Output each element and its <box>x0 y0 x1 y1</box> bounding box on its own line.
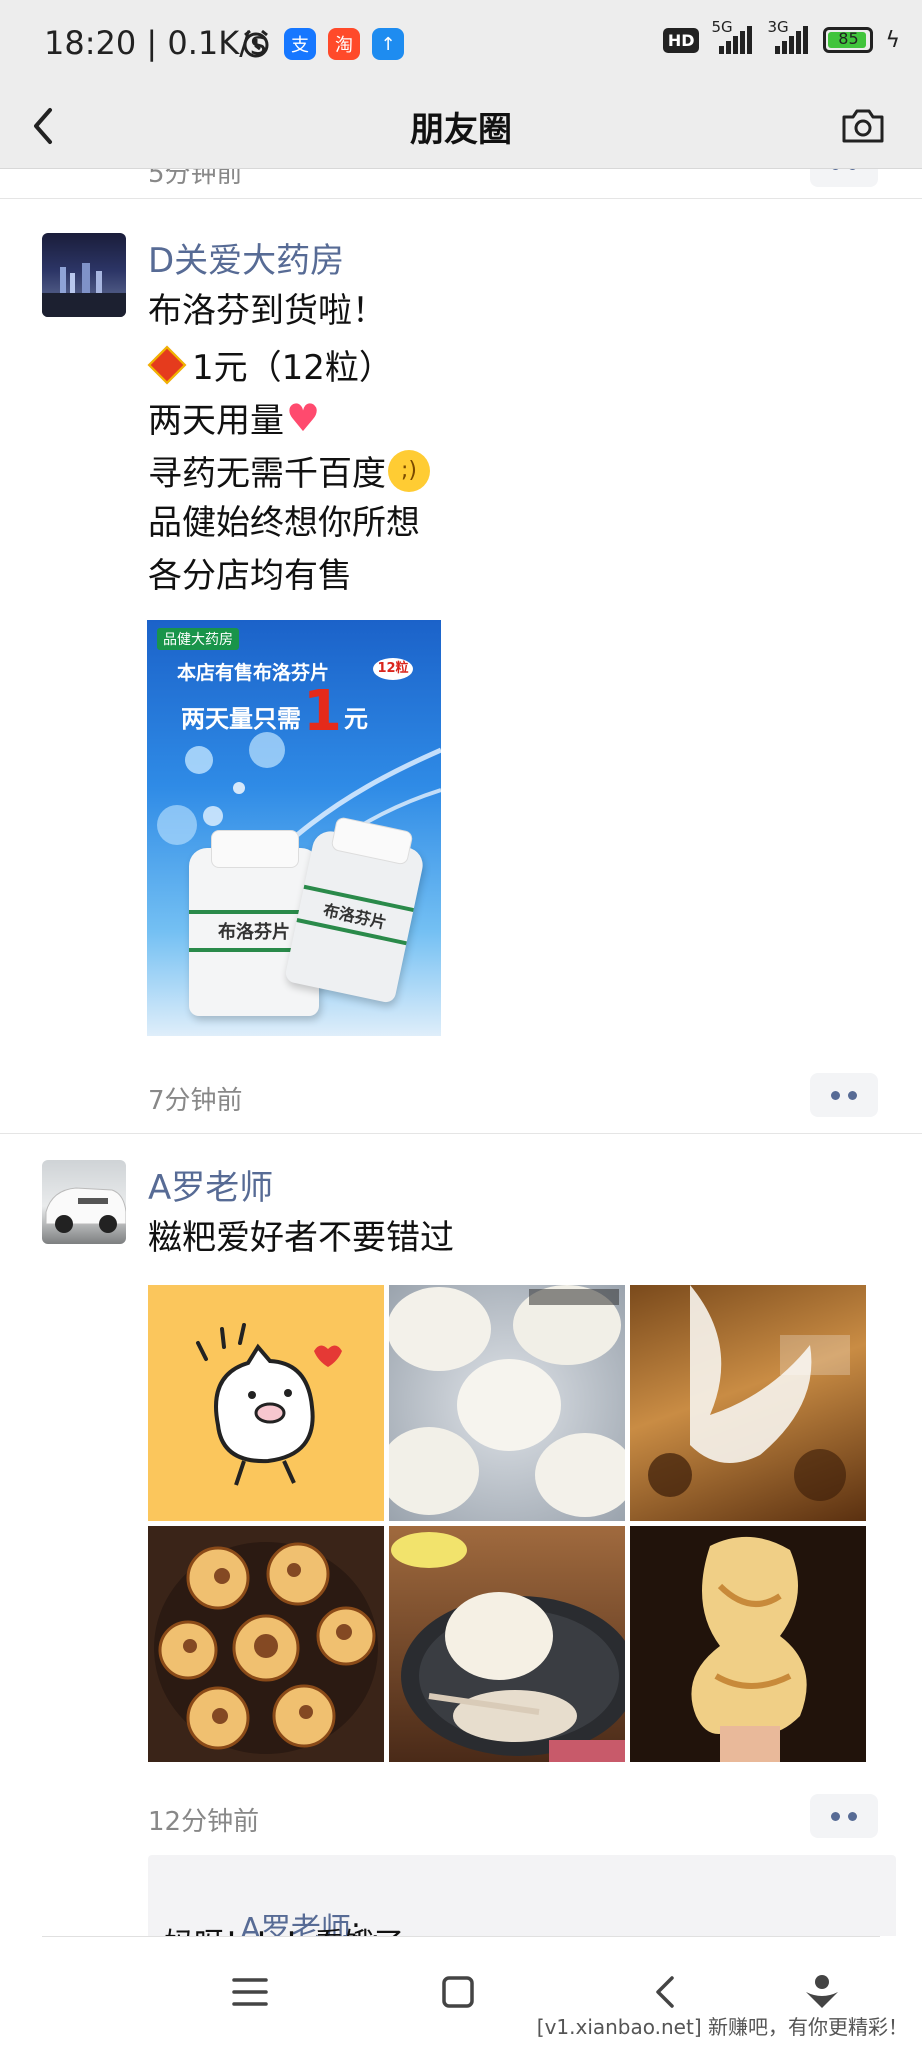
taobao-app-icon: 淘 <box>328 28 360 60</box>
post-line-row: 寻药无需千百度 ;) <box>148 444 430 497</box>
alipay-app-icon: 支 <box>284 28 316 60</box>
assistant-button[interactable] <box>800 1970 844 2014</box>
moments-feed[interactable]: 5分钟前 D关爱大药房 布洛芬到货啦！ 1元（12粒） 两天用量 ♥ 寻药无需千… <box>0 169 922 1936</box>
post-image[interactable] <box>148 1526 384 1762</box>
assistant-icon <box>806 1975 838 2008</box>
alarm-icon <box>240 28 272 60</box>
avatar[interactable] <box>42 1160 126 1244</box>
home-square-icon <box>442 1976 474 2008</box>
post-line: 各分店均有售 <box>148 556 352 596</box>
post-time: 12分钟前 <box>148 1807 260 1837</box>
signal-5g-icon: 5G <box>711 18 755 54</box>
system-nav-bar: [v1.xianbao.net] 新赚吧，有你更精彩！ <box>0 1936 922 2048</box>
post-image[interactable] <box>148 1285 384 1521</box>
status-bar: 18:20 | 0.1K/s 支 淘 ↑ HD 5G 3G 85 ϟ <box>0 0 922 88</box>
post-image[interactable] <box>389 1526 625 1762</box>
post-image[interactable] <box>630 1285 866 1521</box>
net-5g-label: 5G <box>711 18 733 36</box>
battery-level: 85 <box>838 29 859 48</box>
menu-icon <box>232 1978 268 2006</box>
signal-3g-icon: 3G <box>767 18 811 54</box>
nav-divider <box>42 1936 880 1937</box>
upload-app-icon: ↑ <box>372 28 404 60</box>
bottle-label: 布洛芬片 <box>296 884 414 946</box>
post-divider <box>0 198 922 199</box>
post-line: 1元（12粒） <box>192 348 393 388</box>
comment-box: A罗老师: . 妈呀！！！看饿了 <box>148 1855 896 1936</box>
system-back-button[interactable] <box>644 1970 688 2014</box>
hd-badge: HD <box>662 27 700 53</box>
post-time: 7分钟前 <box>148 1086 243 1116</box>
charging-icon: ϟ <box>885 27 900 53</box>
home-button[interactable] <box>436 1970 480 2014</box>
comment-text: 妈呀！！！看饿了 <box>164 1919 404 1936</box>
post-time: 5分钟前 <box>148 169 243 189</box>
status-indicators: HD 5G 3G 85 ϟ <box>662 18 900 54</box>
post-line: 布洛芬到货啦！ <box>148 291 386 331</box>
post-image[interactable] <box>389 1285 625 1521</box>
post-image[interactable] <box>630 1526 866 1762</box>
camera-button[interactable] <box>840 108 886 144</box>
post-author[interactable]: A罗老师 <box>148 1160 273 1209</box>
fortune-emoji-icon <box>147 345 187 384</box>
post-divider <box>0 1133 922 1134</box>
watermark: [v1.xianbao.net] 新赚吧，有你更精彩！ <box>536 2015 908 2039</box>
page-title: 朋友圈 <box>410 110 512 150</box>
post-action-button[interactable] <box>810 1073 878 1117</box>
net-3g-label: 3G <box>767 18 789 36</box>
moments-header: 朋友圈 <box>0 88 922 169</box>
avatar[interactable] <box>42 233 126 317</box>
post-line-row: 1元（12粒） <box>147 338 393 391</box>
post-author[interactable]: D关爱大药房 <box>148 233 344 282</box>
heart-emoji-icon: ♥ <box>286 395 321 440</box>
battery-icon: 85 <box>823 27 874 53</box>
menu-button[interactable] <box>228 1970 272 2014</box>
post-action-button[interactable] <box>810 169 878 187</box>
post-action-button[interactable] <box>810 1794 878 1838</box>
post-line: 糍粑爱好者不要错过 <box>148 1218 454 1258</box>
post-line: 两天用量 <box>148 401 284 441</box>
wink-emoji-icon: ;) <box>388 449 430 492</box>
post-line: 寻药无需千百度 <box>148 454 386 494</box>
status-time: 18:20 | 0.1K/s <box>44 24 267 62</box>
back-arrow-icon <box>656 1976 674 2008</box>
post-image[interactable]: 品健大药房 本店有售布洛芬片 12粒 两天量只需 1 元 布洛芬片 布洛芬片 <box>147 620 441 1036</box>
notification-icons: 支 淘 ↑ <box>240 28 404 60</box>
camera-icon <box>842 109 884 143</box>
post-line-row: 两天用量 ♥ <box>148 391 320 444</box>
post-line: 品健始终想你所想 <box>148 503 420 543</box>
